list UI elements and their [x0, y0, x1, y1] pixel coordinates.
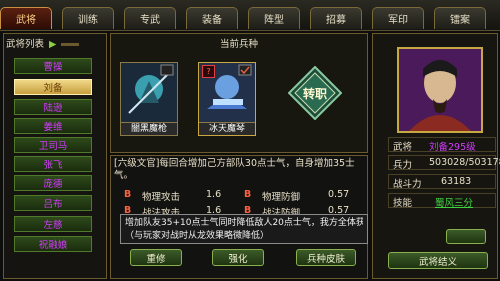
stat-row: B 物理防御 0.57	[244, 189, 364, 203]
list-item-general[interactable]: 卫司马	[14, 137, 92, 153]
stat-row: B 物理攻击 1.6	[124, 189, 240, 203]
partial-button[interactable]	[446, 229, 486, 244]
divider-bar	[61, 43, 80, 46]
dark-spear-unit-icon	[121, 63, 177, 123]
unit-card-ice-zither[interactable]: ? 冰天魔琴	[198, 62, 256, 136]
list-item-general[interactable]: 陆逊	[14, 99, 92, 115]
tab-training[interactable]: 训练	[62, 7, 114, 29]
info-row-power: 战斗力 63183	[388, 174, 496, 190]
tab-general[interactable]: 武将	[0, 7, 52, 29]
stat-grade-tag: B	[244, 189, 252, 200]
skill-name[interactable]: 蜀风三分	[435, 195, 473, 209]
combat-power: 63183	[441, 176, 472, 187]
unit-name-label: 闇黑魔枪	[121, 122, 177, 135]
general-portrait	[397, 47, 483, 133]
info-key: 武将	[393, 142, 413, 153]
info-key: 技能	[393, 198, 413, 209]
general-portrait-image	[399, 49, 481, 131]
stat-grade-tag: B	[124, 189, 132, 200]
list-item-general[interactable]: 张飞	[14, 156, 92, 172]
info-key: 兵力	[393, 160, 413, 171]
list-item-general[interactable]: 左慈	[14, 216, 92, 232]
unit-card-dark-spear[interactable]: 闇黑魔枪	[120, 62, 178, 136]
tooltip-line: （与玩家对战时从龙效果略微降低）	[125, 231, 270, 241]
troop-count: 503028/503178	[429, 157, 500, 168]
list-item-general[interactable]: 吕布	[14, 195, 92, 211]
tab-equipment[interactable]: 装备	[186, 7, 238, 29]
general-list-header: 武将列表 ▶	[6, 36, 104, 50]
list-item-general[interactable]: 庞德	[14, 175, 92, 191]
retrain-button[interactable]: 重修	[130, 249, 182, 266]
class-transfer-button[interactable]: 转职	[287, 65, 343, 121]
stat-name: 物理攻击	[142, 192, 181, 203]
general-list-title: 武将列表	[6, 39, 45, 50]
stat-value: 0.57	[328, 189, 350, 200]
list-item-general[interactable]: 姜维	[14, 118, 92, 134]
tab-formation[interactable]: 阵型	[248, 7, 300, 29]
info-key: 战斗力	[393, 179, 422, 190]
stat-value: 1.6	[206, 189, 222, 200]
sworn-brotherhood-button[interactable]: 武将结义	[388, 252, 488, 269]
tab-recruit[interactable]: 招募	[310, 7, 362, 29]
tab-army-seal[interactable]: 军印	[372, 7, 424, 29]
list-item-general[interactable]: 祝融娘	[14, 236, 92, 252]
enhance-button[interactable]: 强化	[212, 249, 264, 266]
info-row-general: 武将 刘备295级	[388, 137, 496, 153]
unit-rank-badge: ?	[202, 65, 215, 78]
info-row-skill: 技能 蜀风三分	[388, 193, 496, 209]
unit-skin-button[interactable]: 兵种皮肤	[296, 249, 356, 266]
tab-archive[interactable]: 镭案	[434, 7, 486, 29]
tab-exclusive-weapon[interactable]: 专武	[124, 7, 176, 29]
list-item-general[interactable]: 曹操	[14, 58, 92, 74]
collapse-arrow-icon[interactable]: ▶	[49, 39, 56, 50]
unit-name-label: 冰天魔琴	[199, 122, 255, 135]
unit-description: [六级文官]每回合增加己方部队30点士气，自身增加35士气。	[114, 158, 355, 181]
skill-tooltip: 增加队友35+10点士气同时降低敌人20点士气，我方全体获得从龙效果2回合 （与…	[120, 214, 368, 244]
current-unit-title: 当前兵种	[219, 39, 258, 50]
stat-name: 物理防御	[262, 192, 301, 203]
info-row-troops: 兵力 503028/503178	[388, 155, 500, 171]
top-tab-bar: 武将 训练 专武 装备 阵型 招募 军印 镭案	[0, 0, 500, 31]
tooltip-line: 增加队友35+10点士气同时降低敌人20点士气，我方全体获得从龙效果2回合	[125, 218, 363, 228]
transfer-label: 转职	[302, 87, 327, 101]
list-item-general-selected[interactable]: 刘备	[14, 79, 92, 95]
general-name-level: 刘备295级	[429, 142, 476, 153]
